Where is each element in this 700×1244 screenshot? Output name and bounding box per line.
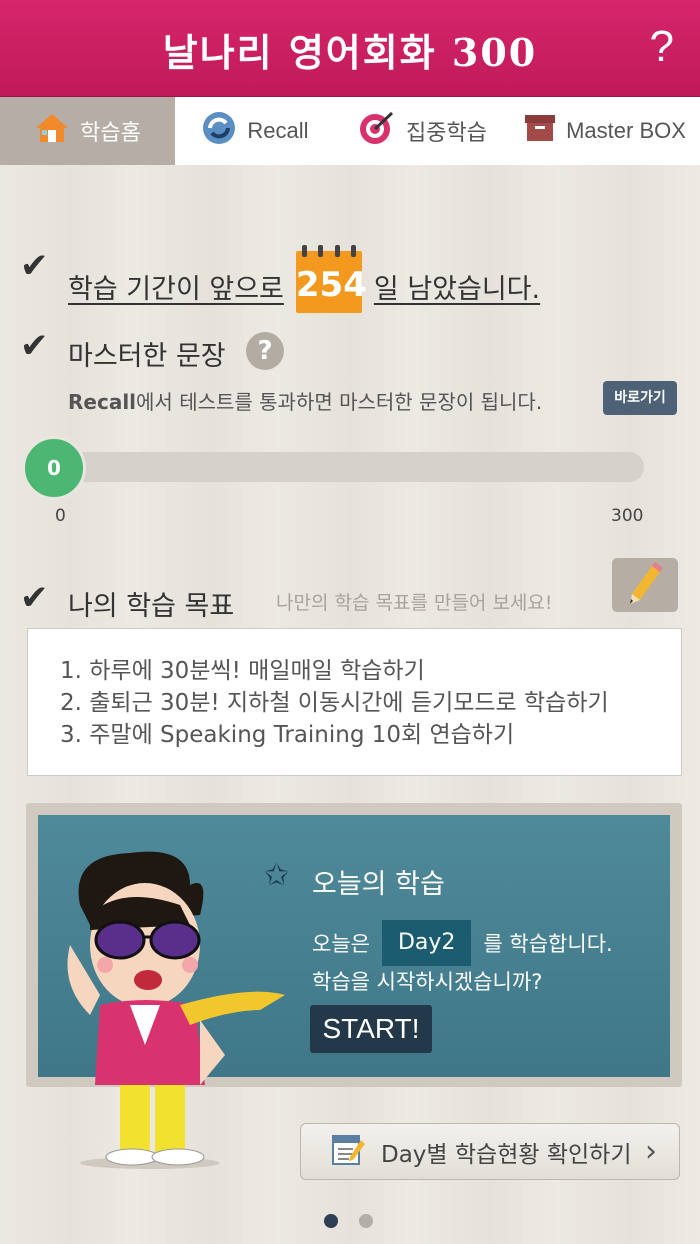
app-title: 날나리 영어회화 300 [162, 30, 538, 75]
mascot-character [60, 845, 290, 1170]
mastered-help-button[interactable]: ? [246, 332, 284, 370]
goal-item: 1. 하루에 30분씩! 매일매일 학습하기 [60, 658, 425, 684]
check-icon: ✔ [20, 578, 49, 618]
check-icon: ✔ [20, 326, 49, 366]
goal-item: 3. 주말에 Speaking Training 10회 연습하기 [60, 722, 515, 748]
period-after-text: 일 남았습니다. [373, 273, 541, 305]
day-status-button[interactable]: Day별 학습현황 확인하기 › [300, 1123, 680, 1180]
tab-focus-study[interactable]: 집중학습 [335, 97, 510, 165]
page-dot[interactable] [359, 1214, 373, 1228]
box-icon [524, 113, 556, 149]
goals-list[interactable]: 1. 하루에 30분씩! 매일매일 학습하기 2. 출퇴근 30분! 지하철 이… [27, 628, 682, 776]
tab-master-box[interactable]: Master BOX [510, 97, 700, 165]
tab-label: 집중학습 [406, 120, 487, 145]
today-question: 학습을 시작하시겠습니까? [312, 970, 543, 994]
today-title: 오늘의 학습 [312, 869, 445, 900]
progress-max-label: 300 [611, 506, 644, 526]
day-status-label: Day별 학습현황 확인하기 [381, 1141, 632, 1168]
start-button[interactable]: START! [310, 1005, 432, 1053]
today-day-line: 오늘은 Day2 를 학습합니다. [312, 920, 613, 966]
progress-min-label: 0 [55, 506, 66, 526]
description-rest: 에서 테스트를 통과하면 마스터한 문장이 됩니다. [136, 390, 543, 414]
days-remaining: 254 [295, 265, 367, 305]
goals-title: 나의 학습 목표 [68, 591, 235, 622]
mastered-progress-track [40, 452, 644, 482]
tab-study-home[interactable]: 학습홈 [0, 97, 175, 165]
app-header: 날나리 영어회화 300 ? [0, 0, 700, 97]
today-prefix: 오늘은 [312, 932, 370, 956]
clipboard-icon [331, 1132, 367, 1172]
page-dot-active[interactable] [324, 1214, 338, 1228]
mastered-title: 마스터한 문장 [68, 341, 226, 372]
calendar-days-badge: 254 [295, 245, 367, 313]
period-before-text: 학습 기간이 앞으로 [68, 273, 284, 305]
recall-arrows-icon [201, 110, 237, 152]
house-icon [34, 112, 70, 150]
mastered-progress-knob: 0 [22, 436, 86, 500]
tab-recall[interactable]: Recall [175, 97, 335, 165]
edit-goals-button[interactable] [612, 558, 678, 612]
target-icon [358, 110, 396, 152]
study-period: 학습 기간이 앞으로 254 일 남았습니다. [68, 245, 541, 317]
tab-label: Master BOX [566, 118, 686, 143]
tab-label: Recall [247, 118, 309, 143]
tab-bar: 학습홈 Recall 집중학습 Master BOX [0, 97, 700, 165]
goal-item: 2. 출퇴근 30분! 지하철 이동시간에 듣기모드로 학습하기 [60, 690, 609, 716]
help-button[interactable]: ? [650, 22, 674, 72]
goals-hint: 나만의 학습 목표를 만들어 보세요! [276, 592, 553, 614]
pencil-icon [612, 562, 678, 616]
goto-recall-button[interactable]: 바로가기 [603, 381, 677, 415]
mastered-description: Recall에서 테스트를 통과하면 마스터한 문장이 됩니다. [68, 386, 542, 415]
calendar-rings [301, 245, 356, 257]
chevron-right-icon: › [645, 1134, 657, 1169]
tab-label: 학습홈 [80, 120, 141, 145]
check-icon: ✔ [20, 246, 49, 286]
today-day-badge: Day2 [381, 920, 472, 966]
recall-word: Recall [68, 390, 137, 414]
today-suffix: 를 학습합니다. [483, 932, 613, 956]
